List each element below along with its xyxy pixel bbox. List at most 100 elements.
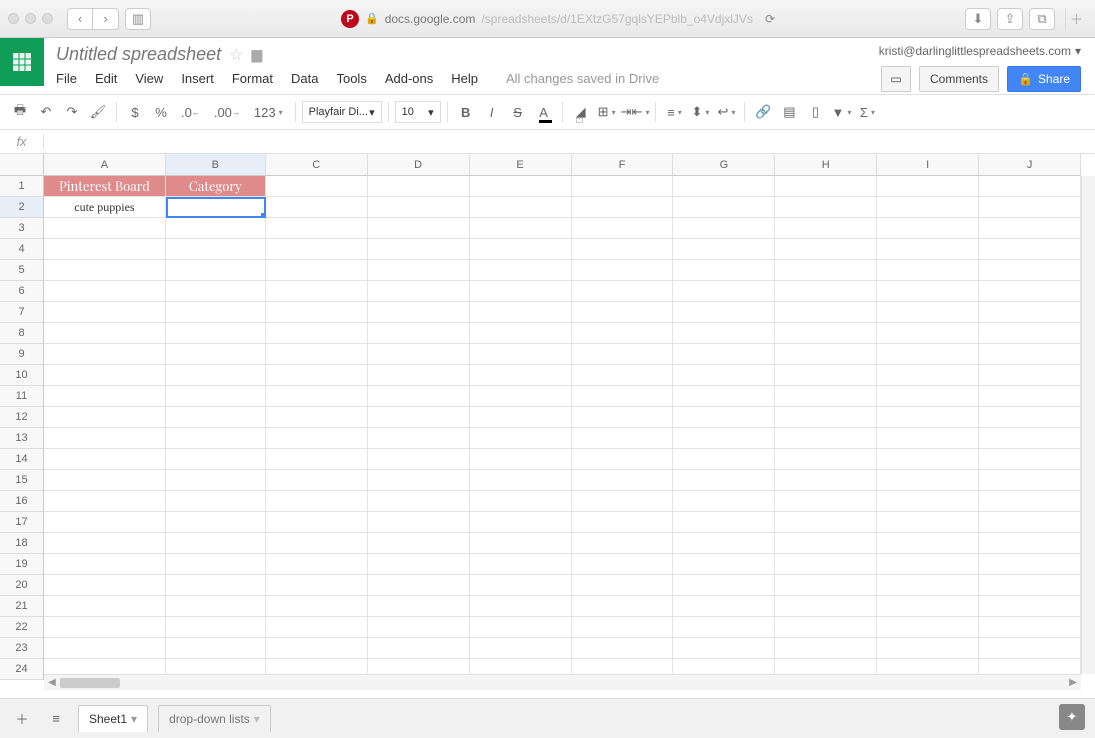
cell-J1[interactable]: [979, 176, 1081, 197]
menu-insert[interactable]: Insert: [181, 71, 214, 86]
cell-A11[interactable]: [44, 386, 166, 407]
cell-I4[interactable]: [877, 239, 979, 260]
cell-A23[interactable]: [44, 638, 166, 659]
document-title[interactable]: Untitled spreadsheet: [56, 44, 221, 65]
cell-J18[interactable]: [979, 533, 1081, 554]
cell-E3[interactable]: [470, 218, 572, 239]
row-header-20[interactable]: 20: [0, 575, 43, 596]
cell-D5[interactable]: [368, 260, 470, 281]
close-window-icon[interactable]: [8, 13, 19, 24]
cell-B21[interactable]: [166, 596, 266, 617]
cell-H10[interactable]: [775, 365, 877, 386]
cell-A5[interactable]: [44, 260, 166, 281]
row-header-7[interactable]: 7: [0, 302, 43, 323]
sheets-logo[interactable]: [0, 38, 44, 86]
filter-button[interactable]: ▼: [829, 100, 853, 124]
cell-A17[interactable]: [44, 512, 166, 533]
cell-F14[interactable]: [572, 449, 674, 470]
cell-I3[interactable]: [877, 218, 979, 239]
cell-E22[interactable]: [470, 617, 572, 638]
cell-E17[interactable]: [470, 512, 572, 533]
cell-D3[interactable]: [368, 218, 470, 239]
cell-A15[interactable]: [44, 470, 166, 491]
cell-B1[interactable]: Category: [166, 176, 266, 197]
cell-J15[interactable]: [979, 470, 1081, 491]
cell-A12[interactable]: [44, 407, 166, 428]
cell-H19[interactable]: [775, 554, 877, 575]
cell-B17[interactable]: [166, 512, 266, 533]
cell-C4[interactable]: [266, 239, 368, 260]
cell-H8[interactable]: [775, 323, 877, 344]
cell-D22[interactable]: [368, 617, 470, 638]
cell-G11[interactable]: [673, 386, 775, 407]
tabs-button[interactable]: ⧉: [1029, 8, 1055, 30]
cell-G3[interactable]: [673, 218, 775, 239]
borders-button[interactable]: ⊞: [595, 100, 619, 124]
cell-H3[interactable]: [775, 218, 877, 239]
menu-edit[interactable]: Edit: [95, 71, 117, 86]
column-header-H[interactable]: H: [775, 154, 877, 175]
cell-B2[interactable]: [166, 197, 266, 218]
row-header-17[interactable]: 17: [0, 512, 43, 533]
cell-B20[interactable]: [166, 575, 266, 596]
cell-H2[interactable]: [775, 197, 877, 218]
row-header-4[interactable]: 4: [0, 239, 43, 260]
cell-D2[interactable]: [368, 197, 470, 218]
cells-area[interactable]: Pinterest BoardCategorycute puppies: [44, 176, 1081, 674]
column-header-F[interactable]: F: [572, 154, 674, 175]
cell-G19[interactable]: [673, 554, 775, 575]
cell-C22[interactable]: [266, 617, 368, 638]
cell-E9[interactable]: [470, 344, 572, 365]
paint-format-button[interactable]: 🖌: [86, 100, 110, 124]
select-all-corner[interactable]: [0, 154, 44, 176]
column-header-E[interactable]: E: [470, 154, 572, 175]
menu-addons[interactable]: Add-ons: [385, 71, 433, 86]
cell-J2[interactable]: [979, 197, 1081, 218]
cell-B15[interactable]: [166, 470, 266, 491]
cell-D19[interactable]: [368, 554, 470, 575]
menu-data[interactable]: Data: [291, 71, 318, 86]
cell-A8[interactable]: [44, 323, 166, 344]
cell-H1[interactable]: [775, 176, 877, 197]
cell-B12[interactable]: [166, 407, 266, 428]
cell-F18[interactable]: [572, 533, 674, 554]
cell-D10[interactable]: [368, 365, 470, 386]
insert-chart-button[interactable]: ▯: [803, 100, 827, 124]
vertical-align-button[interactable]: ⬍: [688, 100, 712, 124]
cell-J17[interactable]: [979, 512, 1081, 533]
cell-G16[interactable]: [673, 491, 775, 512]
cell-H14[interactable]: [775, 449, 877, 470]
cell-D21[interactable]: [368, 596, 470, 617]
cell-B6[interactable]: [166, 281, 266, 302]
reload-icon[interactable]: ⟳: [765, 12, 775, 26]
cell-J21[interactable]: [979, 596, 1081, 617]
menu-view[interactable]: View: [135, 71, 163, 86]
cell-J6[interactable]: [979, 281, 1081, 302]
cell-E20[interactable]: [470, 575, 572, 596]
fill-color-button[interactable]: ◢: [569, 100, 593, 124]
menu-format[interactable]: Format: [232, 71, 273, 86]
account-email[interactable]: kristi@darlinglittlespreadsheets.com ▾: [879, 44, 1081, 58]
cell-B23[interactable]: [166, 638, 266, 659]
cell-F3[interactable]: [572, 218, 674, 239]
cell-F21[interactable]: [572, 596, 674, 617]
horizontal-scrollbar[interactable]: ◀ ▶: [44, 674, 1081, 690]
cell-I7[interactable]: [877, 302, 979, 323]
cell-G18[interactable]: [673, 533, 775, 554]
cell-G2[interactable]: [673, 197, 775, 218]
cell-I6[interactable]: [877, 281, 979, 302]
cell-A14[interactable]: [44, 449, 166, 470]
pinterest-extension-icon[interactable]: P: [341, 10, 359, 28]
cell-G23[interactable]: [673, 638, 775, 659]
cell-F5[interactable]: [572, 260, 674, 281]
cell-D9[interactable]: [368, 344, 470, 365]
cell-H23[interactable]: [775, 638, 877, 659]
cell-E5[interactable]: [470, 260, 572, 281]
cell-E16[interactable]: [470, 491, 572, 512]
cell-B3[interactable]: [166, 218, 266, 239]
cell-F8[interactable]: [572, 323, 674, 344]
cell-C20[interactable]: [266, 575, 368, 596]
column-header-A[interactable]: A: [44, 154, 166, 175]
cell-E2[interactable]: [470, 197, 572, 218]
cell-I20[interactable]: [877, 575, 979, 596]
